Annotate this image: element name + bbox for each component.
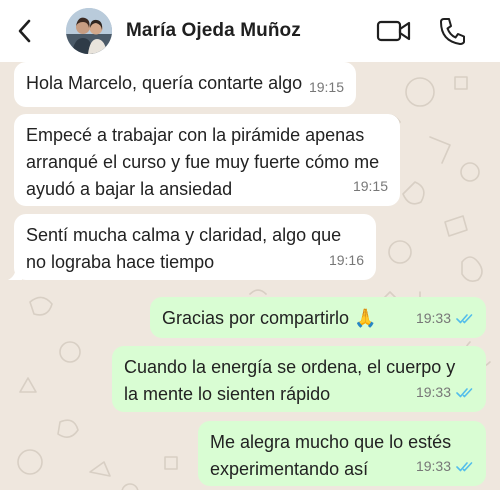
message-time: 19:33 [416, 305, 474, 332]
message-bubble[interactable]: Gracias por compartirlo 🙏 19:33 [150, 297, 486, 338]
phone-icon[interactable] [438, 16, 466, 46]
message-bubble[interactable]: Sentí mucha calma y claridad, algo que n… [8, 214, 376, 280]
chevron-left-icon[interactable] [12, 18, 38, 44]
message-bubble[interactable]: Empecé a trabajar con la pirámide apenas… [14, 114, 400, 206]
message-text: Empecé a trabajar con la pirámide apenas… [26, 125, 380, 199]
message-bubble[interactable]: Me alegra mucho que lo estés experimenta… [198, 421, 486, 486]
message-text: Cuando la energía se ordena, el cuerpo y… [124, 357, 456, 404]
bubble-tail [8, 266, 22, 280]
message-time: 19:15 [352, 178, 388, 194]
double-check-icon [456, 388, 473, 398]
message-time: 19:33 [416, 379, 474, 406]
message-time: 19:16 [328, 252, 364, 268]
message-text: Hola Marcelo, quería contarte algo [26, 73, 303, 93]
avatar[interactable] [66, 8, 112, 54]
double-check-icon [456, 314, 473, 324]
double-check-icon [456, 462, 473, 472]
chat-header: María Ojeda Muñoz [0, 0, 500, 62]
message-text: Gracias por compartirlo 🙏 [162, 308, 377, 328]
message-time: 19:15 [308, 79, 344, 95]
chat-area[interactable]: Hola Marcelo, quería contarte algo 19:15… [0, 62, 500, 490]
message-text: Sentí mucha calma y claridad, algo que n… [26, 225, 342, 272]
message-bubble[interactable]: Cuando la energía se ordena, el cuerpo y… [112, 346, 486, 412]
contact-name[interactable]: María Ojeda Muñoz [126, 20, 301, 42]
message-time: 19:33 [416, 453, 474, 480]
video-camera-icon[interactable] [376, 18, 412, 44]
message-bubble[interactable]: Hola Marcelo, quería contarte algo 19:15 [14, 62, 356, 107]
